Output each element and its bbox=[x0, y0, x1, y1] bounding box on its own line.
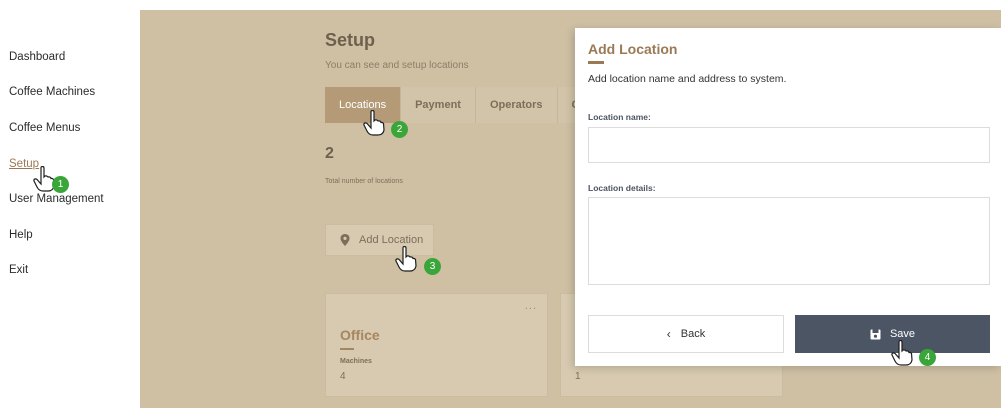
sidebar-item-exit[interactable]: Exit bbox=[9, 264, 28, 276]
app-root: Dashboard Coffee Machines Coffee Menus S… bbox=[0, 0, 1001, 408]
step-badge-1: 1 bbox=[52, 176, 69, 193]
step-badge-2: 2 bbox=[391, 121, 408, 138]
panel-accent-bar bbox=[588, 61, 604, 64]
location-details-label: Location details: bbox=[588, 183, 656, 193]
add-location-panel: Add Location Add location name and addre… bbox=[575, 28, 1001, 366]
card-menu-icon[interactable]: ... bbox=[525, 300, 537, 312]
tab-payment[interactable]: Payment bbox=[401, 87, 476, 123]
tab-operators[interactable]: Operators bbox=[475, 87, 558, 123]
map-pin-icon bbox=[340, 234, 350, 246]
chevron-left-icon: ‹ bbox=[666, 327, 671, 341]
card-machines-value: 4 bbox=[340, 371, 346, 382]
card-title: Office bbox=[340, 327, 380, 343]
save-button-label: Save bbox=[889, 328, 916, 340]
back-button[interactable]: ‹ Back bbox=[588, 315, 784, 353]
location-details-textarea[interactable] bbox=[588, 197, 990, 285]
add-location-button[interactable]: Add Location bbox=[325, 224, 434, 256]
hand-pointer-icon bbox=[363, 110, 385, 136]
sidebar-item-user-management[interactable]: User Management bbox=[9, 193, 104, 205]
card-machines-value: 1 bbox=[575, 371, 581, 382]
step-badge-4: 4 bbox=[919, 349, 936, 366]
floppy-disk-icon bbox=[870, 329, 881, 339]
sidebar-item-coffee-machines[interactable]: Coffee Machines bbox=[9, 86, 95, 98]
location-card-office[interactable]: ... Office Machines 4 bbox=[325, 293, 548, 397]
hand-pointer-icon bbox=[395, 246, 417, 272]
sidebar-item-dashboard[interactable]: Dashboard bbox=[9, 51, 65, 63]
sidebar-item-help[interactable]: Help bbox=[9, 229, 33, 241]
page-subtitle: You can see and setup locations bbox=[325, 60, 469, 71]
panel-title: Add Location bbox=[588, 41, 678, 57]
card-accent-bar bbox=[340, 348, 354, 350]
sidebar: Dashboard Coffee Machines Coffee Menus S… bbox=[0, 0, 140, 408]
step-badge-3: 3 bbox=[424, 258, 441, 275]
panel-description: Add location name and address to system. bbox=[588, 73, 787, 85]
location-count-label: Total number of locations bbox=[325, 178, 403, 185]
add-location-label: Add Location bbox=[359, 234, 424, 246]
location-name-label: Location name: bbox=[588, 112, 651, 122]
back-button-label: Back bbox=[680, 328, 706, 340]
sidebar-item-coffee-menus[interactable]: Coffee Menus bbox=[9, 122, 80, 134]
page-title: Setup bbox=[325, 30, 376, 50]
hand-pointer-icon bbox=[891, 340, 913, 366]
location-name-input[interactable] bbox=[588, 127, 990, 163]
card-machines-label: Machines bbox=[340, 358, 372, 365]
location-count: 2 bbox=[325, 145, 334, 162]
hand-pointer-icon bbox=[33, 166, 55, 192]
